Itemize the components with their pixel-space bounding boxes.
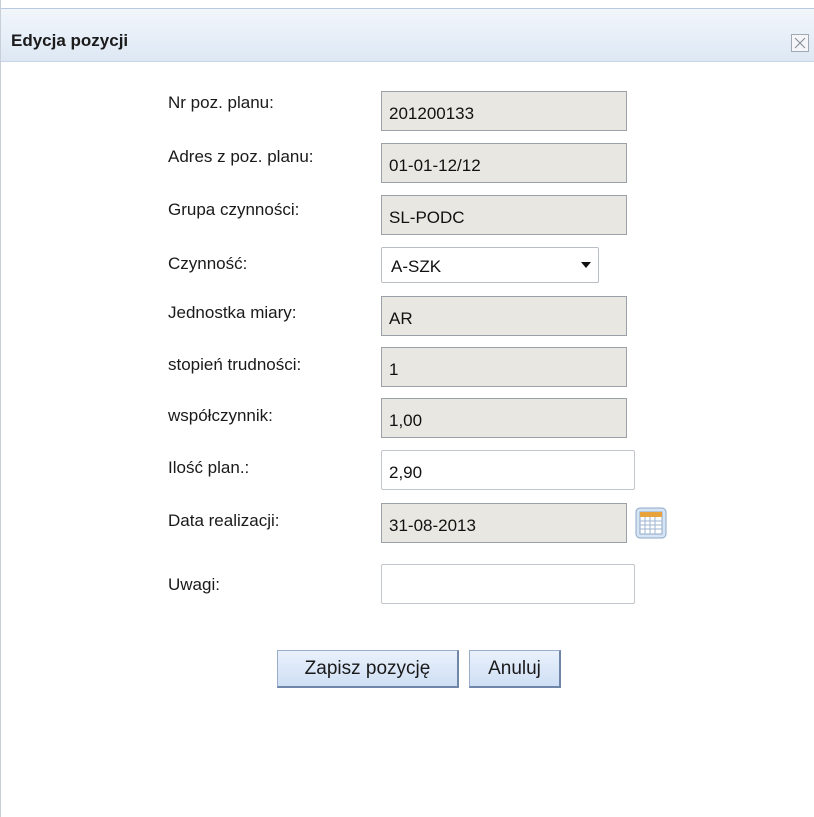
data-label: Data realizacji: — [168, 511, 280, 530]
wspolczynnik-value: 1,00 — [389, 411, 423, 430]
calendar-button[interactable] — [635, 507, 667, 539]
cancel-button[interactable]: Anuluj — [469, 650, 561, 688]
uwagi-input[interactable] — [381, 564, 635, 604]
data-value: 31-08-2013 — [389, 516, 476, 535]
save-button[interactable]: Zapisz pozycję — [277, 650, 459, 688]
adres-label: Adres z poz. planu: — [168, 147, 314, 166]
jednostka-value: AR — [389, 309, 413, 328]
edit-position-dialog: Edycja pozycji Nr poz. planu: 201200133 … — [0, 0, 814, 817]
grupa-value: SL-PODC — [389, 208, 465, 227]
adres-value: 01-01-12/12 — [389, 156, 481, 175]
close-icon — [794, 37, 806, 49]
jednostka-label: Jednostka miary: — [168, 303, 297, 322]
calendar-icon — [635, 507, 667, 539]
dialog-title: Edycja pozycji — [11, 31, 129, 50]
wspolczynnik-label: współczynnik: — [168, 406, 273, 425]
data-field: 31-08-2013 — [381, 503, 627, 543]
stopien-label: stopień trudności: — [168, 355, 302, 374]
dialog-titlebar[interactable]: Edycja pozycji — [1, 8, 814, 62]
close-button[interactable] — [791, 34, 809, 52]
ilosc-label: Ilość plan.: — [168, 458, 250, 477]
grupa-label: Grupa czynności: — [168, 200, 300, 219]
grupa-field: SL-PODC — [381, 195, 627, 235]
czynnosc-label: Czynność: — [168, 254, 248, 273]
stopien-value: 1 — [389, 360, 399, 379]
stopien-field: 1 — [381, 347, 627, 387]
jednostka-field: AR — [381, 296, 627, 336]
nr-poz-planu-label: Nr poz. planu: — [168, 93, 274, 112]
wspolczynnik-field: 1,00 — [381, 398, 627, 438]
uwagi-label: Uwagi: — [168, 575, 220, 594]
ilosc-input[interactable]: 2,90 — [381, 450, 635, 490]
chevron-down-icon — [581, 262, 591, 268]
nr-poz-planu-value: 201200133 — [389, 104, 475, 123]
ilosc-value: 2,90 — [389, 463, 423, 482]
nr-poz-planu-field: 201200133 — [381, 91, 627, 131]
adres-field: 01-01-12/12 — [381, 143, 627, 183]
czynnosc-value: A-SZK — [391, 257, 442, 276]
czynnosc-select[interactable]: A-SZK — [381, 247, 599, 283]
